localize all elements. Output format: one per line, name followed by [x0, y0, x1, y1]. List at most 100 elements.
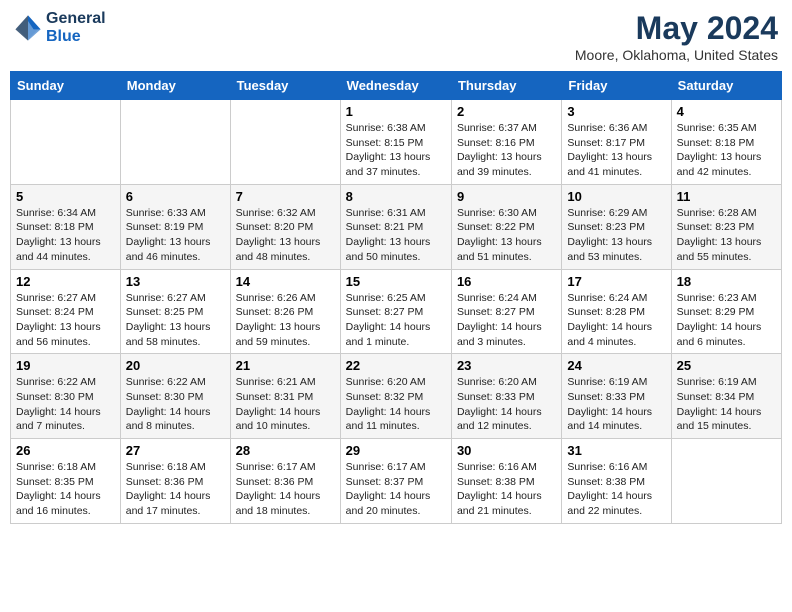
- day-info: Sunrise: 6:28 AM Sunset: 8:23 PM Dayligh…: [677, 206, 776, 265]
- day-number: 18: [677, 274, 776, 289]
- day-number: 5: [16, 189, 115, 204]
- day-number: 19: [16, 358, 115, 373]
- day-cell: 1 Sunrise: 6:38 AM Sunset: 8:15 PM Daylig…: [340, 100, 451, 185]
- day-info: Sunrise: 6:24 AM Sunset: 8:28 PM Dayligh…: [567, 291, 665, 350]
- weekday-header-friday: Friday: [562, 72, 671, 100]
- logo-text-general: General: [46, 10, 106, 28]
- day-number: 24: [567, 358, 665, 373]
- day-info: Sunrise: 6:21 AM Sunset: 8:31 PM Dayligh…: [236, 375, 335, 434]
- day-cell: 3 Sunrise: 6:36 AM Sunset: 8:17 PM Daylig…: [562, 100, 671, 185]
- logo-text-blue: Blue: [46, 28, 106, 46]
- day-cell: 13 Sunrise: 6:27 AM Sunset: 8:25 PM Dayli…: [120, 269, 230, 354]
- day-number: 7: [236, 189, 335, 204]
- day-info: Sunrise: 6:32 AM Sunset: 8:20 PM Dayligh…: [236, 206, 335, 265]
- week-row-5: 26 Sunrise: 6:18 AM Sunset: 8:35 PM Dayli…: [11, 439, 782, 524]
- weekday-header-wednesday: Wednesday: [340, 72, 451, 100]
- day-number: 16: [457, 274, 556, 289]
- day-number: 10: [567, 189, 665, 204]
- day-cell: 23Sunrise: 6:20 AM Sunset: 8:33 PM Dayli…: [451, 354, 561, 439]
- day-info: Sunrise: 6:31 AM Sunset: 8:21 PM Dayligh…: [346, 206, 446, 265]
- day-cell: 16Sunrise: 6:24 AM Sunset: 8:27 PM Dayli…: [451, 269, 561, 354]
- week-row-4: 19 Sunrise: 6:22 AM Sunset: 8:30 PM Dayli…: [11, 354, 782, 439]
- weekday-header-tuesday: Tuesday: [230, 72, 340, 100]
- day-info: Sunrise: 6:16 AM Sunset: 8:38 PM Dayligh…: [567, 460, 665, 519]
- day-number: 12: [16, 274, 115, 289]
- day-number: 8: [346, 189, 446, 204]
- day-info: Sunrise: 6:27 AM Sunset: 8:24 PM Dayligh…: [16, 291, 115, 350]
- day-number: 17: [567, 274, 665, 289]
- day-cell: 17 Sunrise: 6:24 AM Sunset: 8:28 PM Dayli…: [562, 269, 671, 354]
- day-cell: 6 Sunrise: 6:33 AM Sunset: 8:19 PM Daylig…: [120, 184, 230, 269]
- day-info: Sunrise: 6:27 AM Sunset: 8:25 PM Dayligh…: [126, 291, 225, 350]
- day-info: Sunrise: 6:20 AM Sunset: 8:33 PM Dayligh…: [457, 375, 556, 434]
- day-number: 26: [16, 443, 115, 458]
- day-cell: [671, 439, 781, 524]
- day-cell: 9Sunrise: 6:30 AM Sunset: 8:22 PM Daylig…: [451, 184, 561, 269]
- day-info: Sunrise: 6:16 AM Sunset: 8:38 PM Dayligh…: [457, 460, 556, 519]
- day-info: Sunrise: 6:36 AM Sunset: 8:17 PM Dayligh…: [567, 121, 665, 180]
- day-cell: 18 Sunrise: 6:23 AM Sunset: 8:29 PM Dayli…: [671, 269, 781, 354]
- day-number: 13: [126, 274, 225, 289]
- calendar-table: SundayMondayTuesdayWednesdayThursdayFrid…: [10, 71, 782, 524]
- day-cell: 25 Sunrise: 6:19 AM Sunset: 8:34 PM Dayli…: [671, 354, 781, 439]
- day-cell: 12 Sunrise: 6:27 AM Sunset: 8:24 PM Dayli…: [11, 269, 121, 354]
- day-info: Sunrise: 6:17 AM Sunset: 8:37 PM Dayligh…: [346, 460, 446, 519]
- day-number: 11: [677, 189, 776, 204]
- day-info: Sunrise: 6:18 AM Sunset: 8:35 PM Dayligh…: [16, 460, 115, 519]
- day-info: Sunrise: 6:20 AM Sunset: 8:32 PM Dayligh…: [346, 375, 446, 434]
- day-cell: 8 Sunrise: 6:31 AM Sunset: 8:21 PM Daylig…: [340, 184, 451, 269]
- day-cell: 2 Sunrise: 6:37 AM Sunset: 8:16 PM Daylig…: [451, 100, 561, 185]
- day-cell: [230, 100, 340, 185]
- location-subtitle: Moore, Oklahoma, United States: [575, 47, 778, 63]
- calendar-title-area: May 2024 Moore, Oklahoma, United States: [575, 10, 778, 63]
- day-number: 6: [126, 189, 225, 204]
- day-number: 31: [567, 443, 665, 458]
- day-cell: 7 Sunrise: 6:32 AM Sunset: 8:20 PM Daylig…: [230, 184, 340, 269]
- weekday-header-saturday: Saturday: [671, 72, 781, 100]
- day-cell: 15Sunrise: 6:25 AM Sunset: 8:27 PM Dayli…: [340, 269, 451, 354]
- day-info: Sunrise: 6:33 AM Sunset: 8:19 PM Dayligh…: [126, 206, 225, 265]
- day-cell: 28Sunrise: 6:17 AM Sunset: 8:36 PM Dayli…: [230, 439, 340, 524]
- day-info: Sunrise: 6:22 AM Sunset: 8:30 PM Dayligh…: [126, 375, 225, 434]
- day-number: 2: [457, 104, 556, 119]
- weekday-header-thursday: Thursday: [451, 72, 561, 100]
- day-cell: 5 Sunrise: 6:34 AM Sunset: 8:18 PM Daylig…: [11, 184, 121, 269]
- day-info: Sunrise: 6:26 AM Sunset: 8:26 PM Dayligh…: [236, 291, 335, 350]
- day-cell: 26 Sunrise: 6:18 AM Sunset: 8:35 PM Dayli…: [11, 439, 121, 524]
- day-info: Sunrise: 6:17 AM Sunset: 8:36 PM Dayligh…: [236, 460, 335, 519]
- day-cell: 11 Sunrise: 6:28 AM Sunset: 8:23 PM Dayli…: [671, 184, 781, 269]
- week-row-1: 1 Sunrise: 6:38 AM Sunset: 8:15 PM Daylig…: [11, 100, 782, 185]
- day-cell: 21Sunrise: 6:21 AM Sunset: 8:31 PM Dayli…: [230, 354, 340, 439]
- day-number: 27: [126, 443, 225, 458]
- day-cell: 10Sunrise: 6:29 AM Sunset: 8:23 PM Dayli…: [562, 184, 671, 269]
- logo-icon: [14, 14, 42, 42]
- day-number: 22: [346, 358, 446, 373]
- day-cell: [120, 100, 230, 185]
- day-info: Sunrise: 6:23 AM Sunset: 8:29 PM Dayligh…: [677, 291, 776, 350]
- day-cell: 27Sunrise: 6:18 AM Sunset: 8:36 PM Dayli…: [120, 439, 230, 524]
- day-info: Sunrise: 6:37 AM Sunset: 8:16 PM Dayligh…: [457, 121, 556, 180]
- day-number: 14: [236, 274, 335, 289]
- day-number: 4: [677, 104, 776, 119]
- day-number: 29: [346, 443, 446, 458]
- weekday-header-row: SundayMondayTuesdayWednesdayThursdayFrid…: [11, 72, 782, 100]
- page-header: General Blue May 2024 Moore, Oklahoma, U…: [10, 10, 782, 63]
- day-cell: 14 Sunrise: 6:26 AM Sunset: 8:26 PM Dayli…: [230, 269, 340, 354]
- weekday-header-sunday: Sunday: [11, 72, 121, 100]
- day-info: Sunrise: 6:34 AM Sunset: 8:18 PM Dayligh…: [16, 206, 115, 265]
- day-number: 30: [457, 443, 556, 458]
- week-row-2: 5 Sunrise: 6:34 AM Sunset: 8:18 PM Daylig…: [11, 184, 782, 269]
- day-info: Sunrise: 6:22 AM Sunset: 8:30 PM Dayligh…: [16, 375, 115, 434]
- day-info: Sunrise: 6:19 AM Sunset: 8:34 PM Dayligh…: [677, 375, 776, 434]
- day-info: Sunrise: 6:38 AM Sunset: 8:15 PM Dayligh…: [346, 121, 446, 180]
- day-number: 25: [677, 358, 776, 373]
- day-number: 1: [346, 104, 446, 119]
- week-row-3: 12 Sunrise: 6:27 AM Sunset: 8:24 PM Dayli…: [11, 269, 782, 354]
- day-number: 15: [346, 274, 446, 289]
- day-cell: 31 Sunrise: 6:16 AM Sunset: 8:38 PM Dayli…: [562, 439, 671, 524]
- day-info: Sunrise: 6:30 AM Sunset: 8:22 PM Dayligh…: [457, 206, 556, 265]
- weekday-header-monday: Monday: [120, 72, 230, 100]
- logo: General Blue: [14, 10, 106, 45]
- day-number: 3: [567, 104, 665, 119]
- day-cell: 20Sunrise: 6:22 AM Sunset: 8:30 PM Dayli…: [120, 354, 230, 439]
